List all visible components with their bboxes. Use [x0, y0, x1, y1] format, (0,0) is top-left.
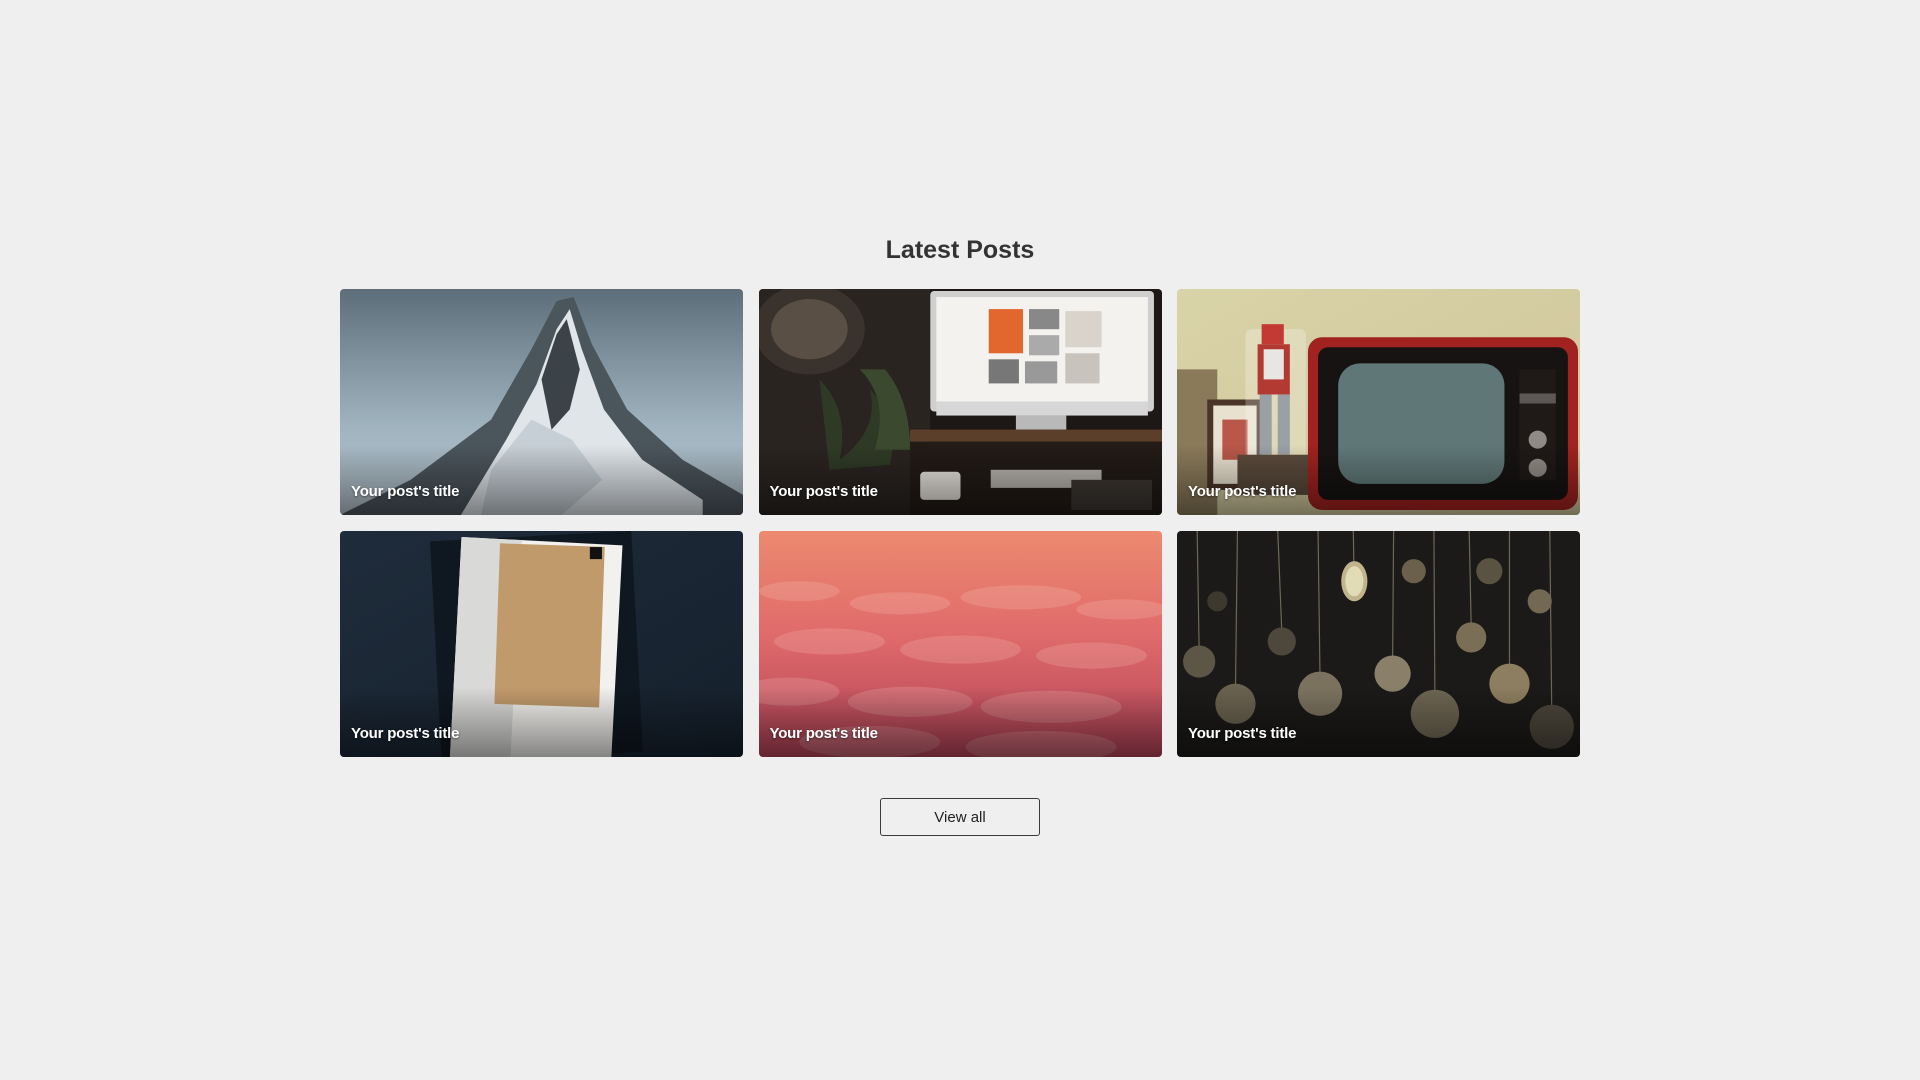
post-title: Your post's title	[351, 483, 460, 500]
title-overlay	[340, 445, 743, 515]
title-overlay	[1177, 445, 1580, 515]
post-title: Your post's title	[1188, 483, 1297, 500]
post-title: Your post's title	[1188, 725, 1297, 742]
latest-posts-section: Latest Posts Your post's title Your post…	[340, 228, 1580, 836]
view-all-button[interactable]: View all	[880, 798, 1040, 836]
post-title: Your post's title	[351, 725, 460, 742]
title-overlay	[340, 687, 743, 757]
title-overlay	[1177, 687, 1580, 757]
post-card[interactable]: Your post's title	[758, 289, 1162, 515]
post-card[interactable]: Your post's title	[340, 531, 743, 757]
post-card[interactable]: Your post's title	[340, 289, 743, 515]
section-heading: Latest Posts	[885, 236, 1035, 264]
post-card[interactable]: Your post's title	[758, 531, 1162, 757]
post-title: Your post's title	[769, 725, 878, 742]
post-title: Your post's title	[769, 483, 878, 500]
title-overlay	[758, 445, 1162, 515]
post-card[interactable]: Your post's title	[1177, 531, 1580, 757]
view-all-wrapper: View all	[340, 798, 1580, 836]
title-overlay	[758, 687, 1162, 757]
posts-grid: Your post's title Your post's title Your…	[340, 289, 1580, 757]
post-card[interactable]: Your post's title	[1177, 289, 1580, 515]
